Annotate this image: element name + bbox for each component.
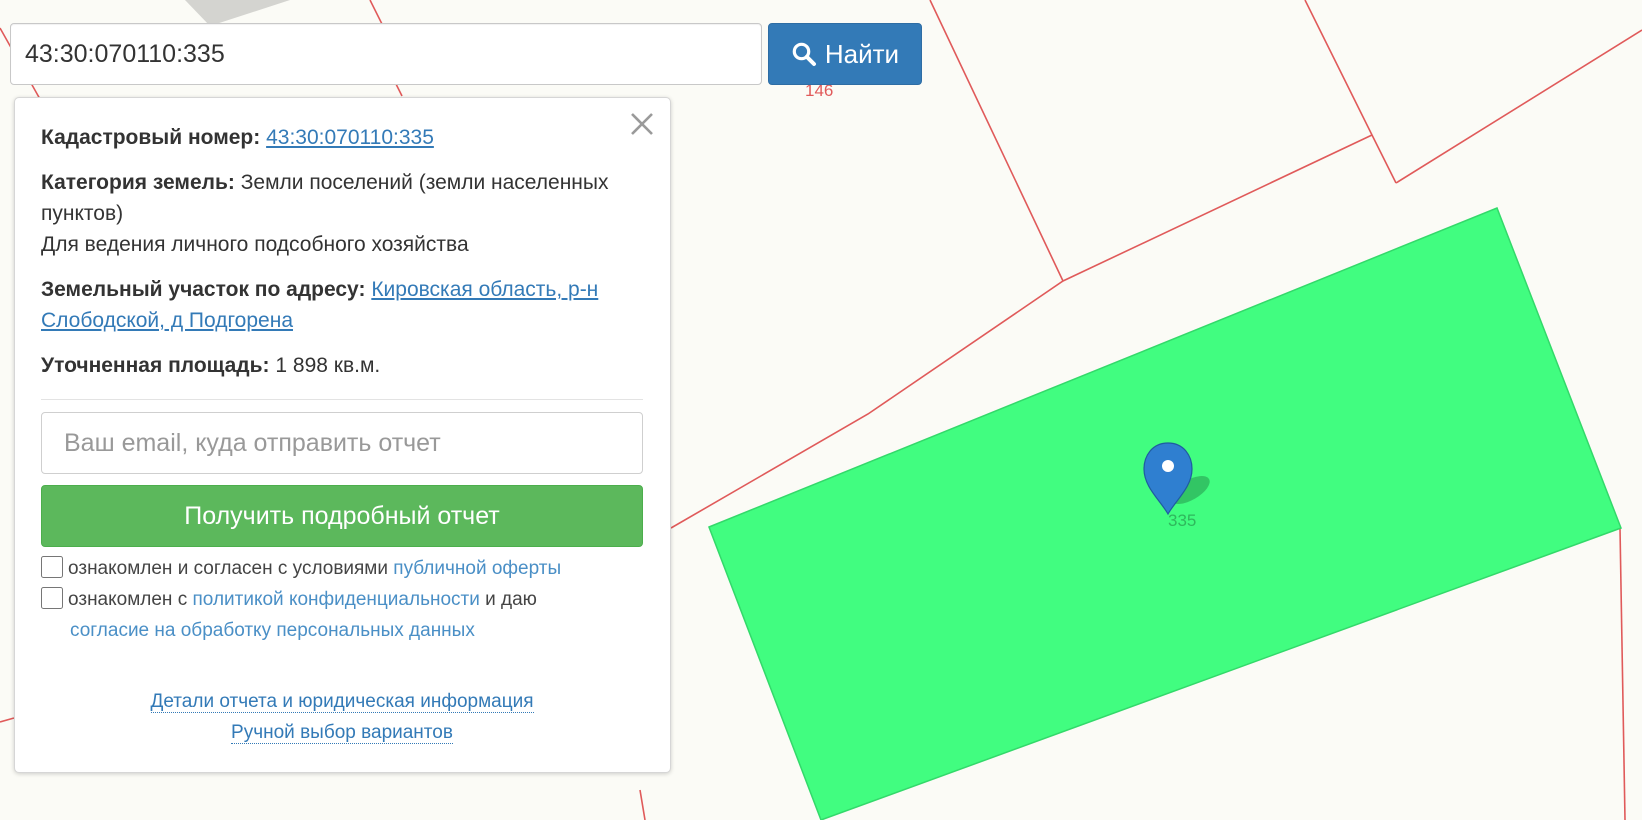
personal-data-consent-line: согласие на обработку персональных данны…	[41, 615, 643, 646]
privacy-consent-text-middle: и даю	[485, 589, 537, 610]
search-icon	[792, 42, 816, 66]
area-row: Уточненная площадь: 1 898 кв.м.	[41, 350, 643, 381]
report-details-link[interactable]: Детали отчета и юридическая информация	[150, 691, 534, 713]
footer-links: Детали отчета и юридическая информация Р…	[41, 686, 643, 748]
email-field[interactable]	[41, 412, 643, 474]
cadastral-number-link[interactable]: 43:30:070110:335	[266, 126, 434, 149]
privacy-policy-link[interactable]: политикой конфиденциальности	[193, 589, 480, 610]
search-button[interactable]: Найти	[768, 23, 922, 85]
public-offer-link[interactable]: публичной оферты	[393, 558, 561, 579]
selected-parcel[interactable]	[708, 207, 1622, 820]
privacy-consent-row: ознакомлен с политикой конфиденциальност…	[41, 584, 643, 646]
offer-consent-text: ознакомлен и согласен с условиями	[68, 558, 388, 579]
area-label: Уточненная площадь:	[41, 354, 270, 377]
manual-selection-link[interactable]: Ручной выбор вариантов	[231, 722, 453, 744]
search-button-label: Найти	[824, 38, 900, 69]
parcel-info-popup: Кадастровый номер: 43:30:070110:335 Кате…	[14, 97, 671, 773]
cadastral-number-label: Кадастровый номер:	[41, 126, 261, 149]
privacy-consent-text: ознакомлен с	[68, 589, 188, 610]
address-row: Земельный участок по адресу: Кировская о…	[41, 274, 643, 336]
land-category-row: Категория земель: Земли поселений (земли…	[41, 167, 643, 260]
cadastral-number-row: Кадастровый номер: 43:30:070110:335	[41, 122, 643, 153]
offer-consent-checkbox[interactable]	[41, 556, 63, 578]
offer-consent-row: ознакомлен и согласен с условиями публич…	[41, 553, 643, 584]
address-label: Земельный участок по адресу:	[41, 278, 366, 301]
personal-data-consent-link[interactable]: согласие на обработку персональных данны…	[70, 620, 475, 641]
selected-parcel-number: 335	[1168, 511, 1196, 530]
land-usage-value: Для ведения личного подсобного хозяйства	[41, 233, 469, 256]
close-icon[interactable]	[628, 110, 656, 138]
land-category-label: Категория земель:	[41, 171, 235, 194]
get-report-button[interactable]: Получить подробный отчет	[41, 485, 643, 547]
cadastral-search-input[interactable]	[10, 23, 762, 85]
privacy-consent-checkbox[interactable]	[41, 587, 63, 609]
area-value: 1 898 кв.м.	[275, 354, 381, 377]
divider	[41, 399, 643, 400]
